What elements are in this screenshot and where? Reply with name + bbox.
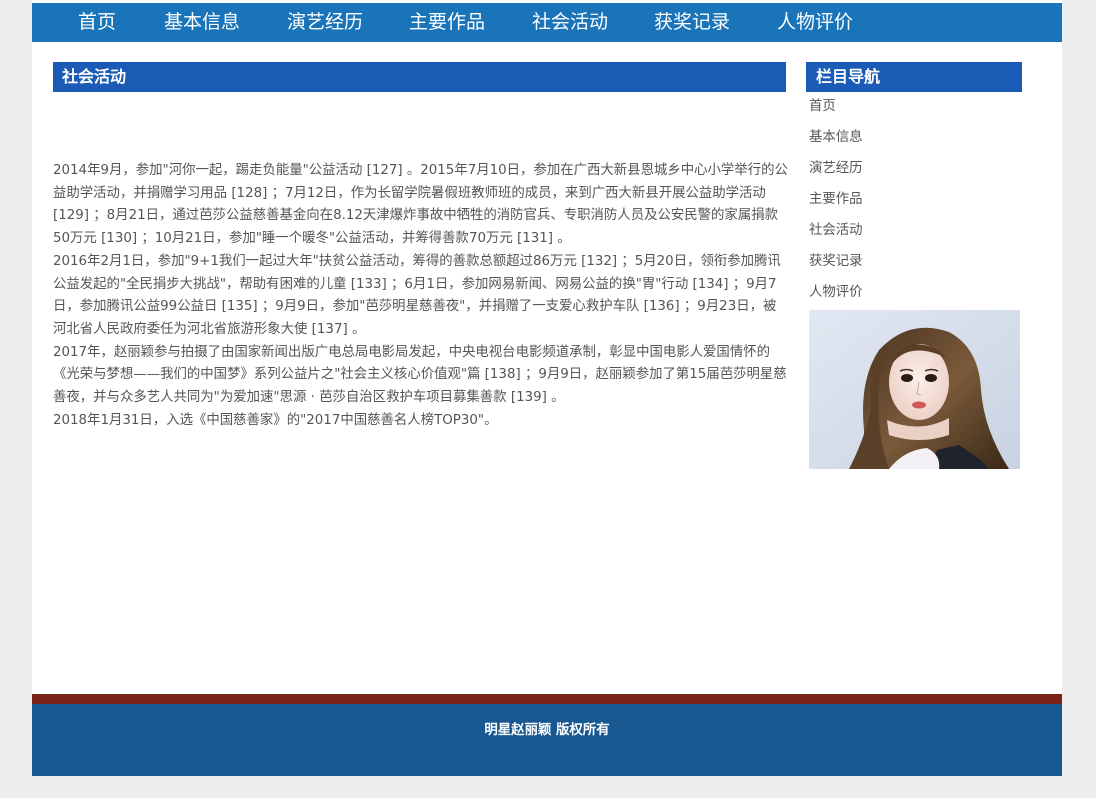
sidebar-item-works[interactable]: 主要作品 xyxy=(809,188,1019,219)
copyright-text: 明星赵丽颖 版权所有 xyxy=(484,723,610,738)
sidebar-item-reviews[interactable]: 人物评价 xyxy=(809,281,1019,312)
page-container: 首页 基本信息 演艺经历 主要作品 社会活动 获奖记录 人物评价 社会活动 20… xyxy=(32,0,1062,776)
article-paragraph: 2016年2月1日，参加"9+1我们一起过大年"扶贫公益活动，筹得的善款总额超过… xyxy=(53,253,781,337)
footer: 明星赵丽颖 版权所有 xyxy=(32,704,1062,776)
article-paragraph: 2017年，赵丽颖参与拍摄了由国家新闻出版广电总局电影局发起，中央电视台电影频道… xyxy=(53,344,787,406)
article-paragraph: 2014年9月，参加"河你一起，踢走负能量"公益活动 [127] 。2015年7… xyxy=(53,163,788,247)
sidebar-heading: 栏目导航 xyxy=(806,62,1022,92)
nav-item-reviews[interactable]: 人物评价 xyxy=(777,3,853,42)
sidebar-item-career[interactable]: 演艺经历 xyxy=(809,157,1019,188)
sidebar-item-home[interactable]: 首页 xyxy=(809,95,1019,126)
nav-item-social-activities[interactable]: 社会活动 xyxy=(532,3,608,42)
footer-accent-stripe xyxy=(32,694,1062,704)
top-navigation-bar: 首页 基本信息 演艺经历 主要作品 社会活动 获奖记录 人物评价 xyxy=(32,3,1062,42)
article-paragraph: 2018年1月31日，入选《中国慈善家》的"2017中国慈善名人榜TOP30"。 xyxy=(53,412,498,428)
nav-item-basic-info[interactable]: 基本信息 xyxy=(164,3,240,42)
sidebar-item-basic-info[interactable]: 基本信息 xyxy=(809,126,1019,157)
sidebar-item-awards[interactable]: 获奖记录 xyxy=(809,250,1019,281)
sidebar-nav: 首页 基本信息 演艺经历 主要作品 社会活动 获奖记录 人物评价 xyxy=(809,95,1019,312)
nav-item-home[interactable]: 首页 xyxy=(78,3,116,42)
article-body: 2014年9月，参加"河你一起，踢走负能量"公益活动 [127] 。2015年7… xyxy=(53,160,788,432)
section-heading: 社会活动 xyxy=(53,62,786,92)
portrait-image xyxy=(809,310,1020,469)
nav-item-works[interactable]: 主要作品 xyxy=(409,3,485,42)
nav-item-career[interactable]: 演艺经历 xyxy=(287,3,363,42)
sidebar-item-social-activities[interactable]: 社会活动 xyxy=(809,219,1019,250)
nav-item-awards[interactable]: 获奖记录 xyxy=(654,3,730,42)
